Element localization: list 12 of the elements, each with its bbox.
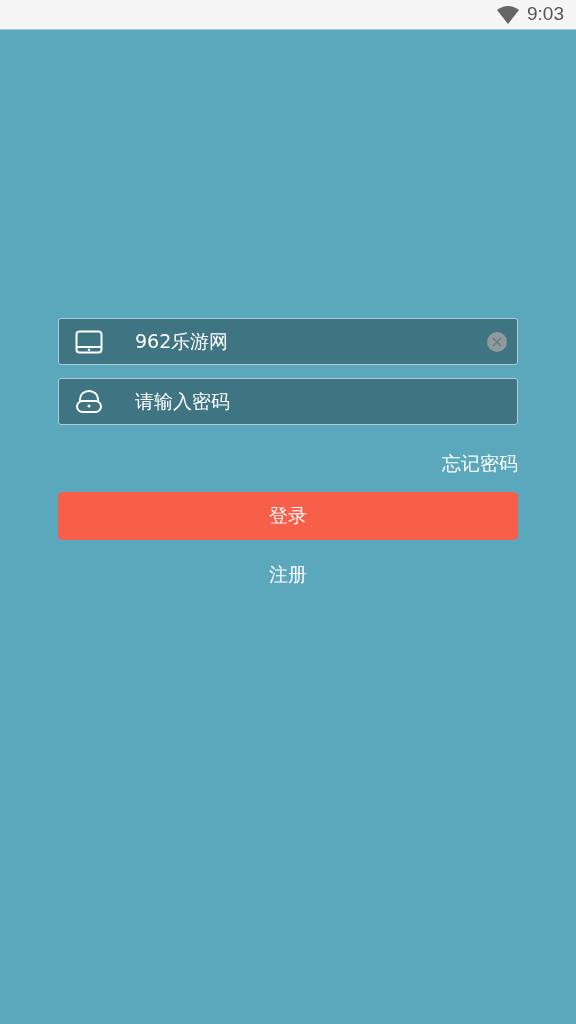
forgot-password-link[interactable]: 忘记密码 xyxy=(442,449,518,478)
username-field[interactable]: 962乐游网 xyxy=(135,319,471,364)
clear-icon[interactable] xyxy=(487,331,507,352)
wifi-icon xyxy=(497,5,519,24)
status-time: 9:03 xyxy=(527,2,564,27)
password-box[interactable]: 请输入密码 xyxy=(58,378,518,425)
login-button[interactable]: 登录 xyxy=(58,491,518,540)
username-box[interactable]: 962乐游网 xyxy=(58,318,518,365)
tablet-icon xyxy=(75,329,103,354)
lock-icon xyxy=(75,389,103,414)
password-field[interactable]: 请输入密码 xyxy=(135,379,507,424)
register-link[interactable]: 注册 xyxy=(269,559,307,588)
